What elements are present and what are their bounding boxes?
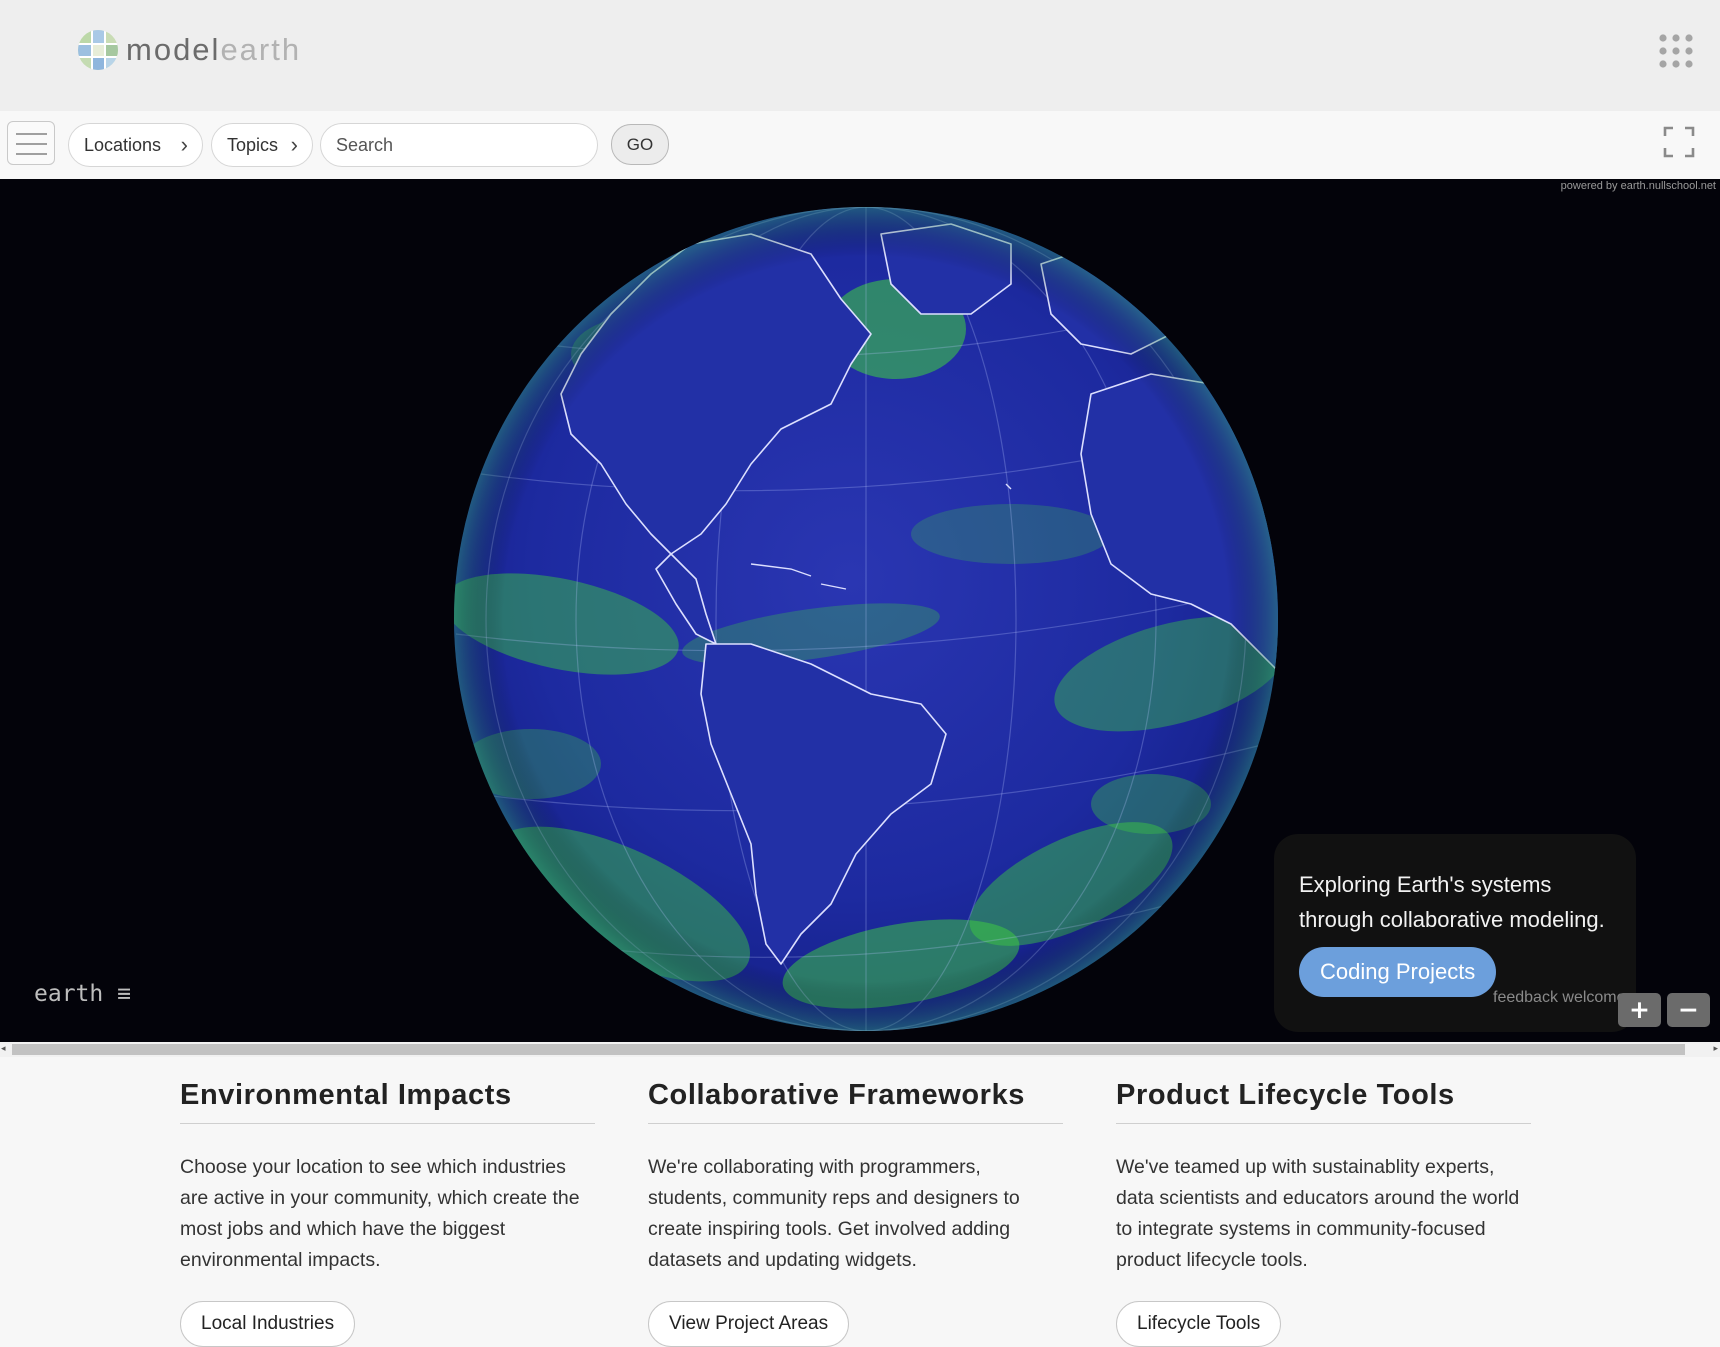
chevron-right-icon: › — [290, 132, 298, 157]
logo-text-earth: earth — [220, 32, 302, 67]
logo-text-model: model — [126, 32, 221, 67]
local-industries-button[interactable]: Local Industries — [180, 1301, 356, 1347]
globe-logo-icon — [78, 30, 118, 70]
hamburger-icon — [16, 153, 47, 155]
go-button[interactable]: GO — [611, 124, 669, 165]
topics-dropdown[interactable]: Topics › — [211, 123, 313, 167]
earth-globe[interactable] — [451, 204, 1281, 1034]
feedback-link[interactable]: feedback welcome — [1493, 989, 1621, 1007]
powered-by-credit[interactable]: powered by earth.nullschool.net — [1561, 180, 1716, 192]
search-input[interactable] — [320, 123, 598, 167]
navigation-bar: Locations › Topics › GO — [0, 111, 1720, 180]
column-text: We're collaborating with programmers, st… — [648, 1156, 1020, 1271]
info-tagline: Exploring Earth's systems through collab… — [1299, 872, 1605, 932]
site-header: modelearth — [0, 0, 1720, 111]
column-text: We've teamed up with sustainablity exper… — [1116, 1156, 1520, 1271]
scroll-right-arrow-icon[interactable]: ▸ — [1713, 1043, 1718, 1054]
view-project-areas-button[interactable]: View Project Areas — [648, 1301, 850, 1347]
earth-menu-toggle[interactable]: earth ≡ — [34, 981, 131, 1007]
lifecycle-tools-button[interactable]: Lifecycle Tools — [1116, 1301, 1282, 1347]
column-collaborative-frameworks: Collaborative Frameworks We're collabora… — [648, 1057, 1063, 1347]
scrollbar-thumb[interactable] — [12, 1044, 1685, 1055]
horizontal-scrollbar[interactable]: ◂ ▸ — [0, 1042, 1720, 1057]
topics-label: Topics — [227, 135, 279, 155]
chevron-right-icon: › — [180, 132, 188, 157]
zoom-out-button[interactable]: − — [1667, 993, 1710, 1027]
column-title: Product Lifecycle Tools — [1116, 1057, 1531, 1124]
fullscreen-icon[interactable] — [1663, 126, 1695, 158]
scroll-left-arrow-icon[interactable]: ◂ — [1, 1043, 6, 1054]
hamburger-icon — [16, 143, 47, 145]
site-logo[interactable]: modelearth — [76, 28, 301, 72]
column-environmental-impacts: Environmental Impacts Choose your locati… — [180, 1057, 595, 1347]
locations-dropdown[interactable]: Locations › — [68, 123, 203, 167]
column-title: Environmental Impacts — [180, 1057, 595, 1124]
menu-button[interactable] — [7, 121, 55, 165]
column-product-lifecycle-tools: Product Lifecycle Tools We've teamed up … — [1116, 1057, 1531, 1347]
coding-projects-button[interactable]: Coding Projects — [1299, 947, 1497, 997]
locations-label: Locations — [84, 135, 162, 155]
zoom-in-button[interactable]: + — [1618, 993, 1661, 1027]
earth-viewer[interactable]: powered by earth.nullschool.net earth ≡ … — [0, 179, 1720, 1042]
column-title: Collaborative Frameworks — [648, 1057, 1063, 1124]
apps-grid-icon[interactable] — [1658, 33, 1694, 69]
hamburger-icon — [16, 133, 47, 135]
column-text: Choose your location to see which indust… — [180, 1156, 580, 1271]
logo-wordmark: modelearth — [126, 28, 301, 72]
